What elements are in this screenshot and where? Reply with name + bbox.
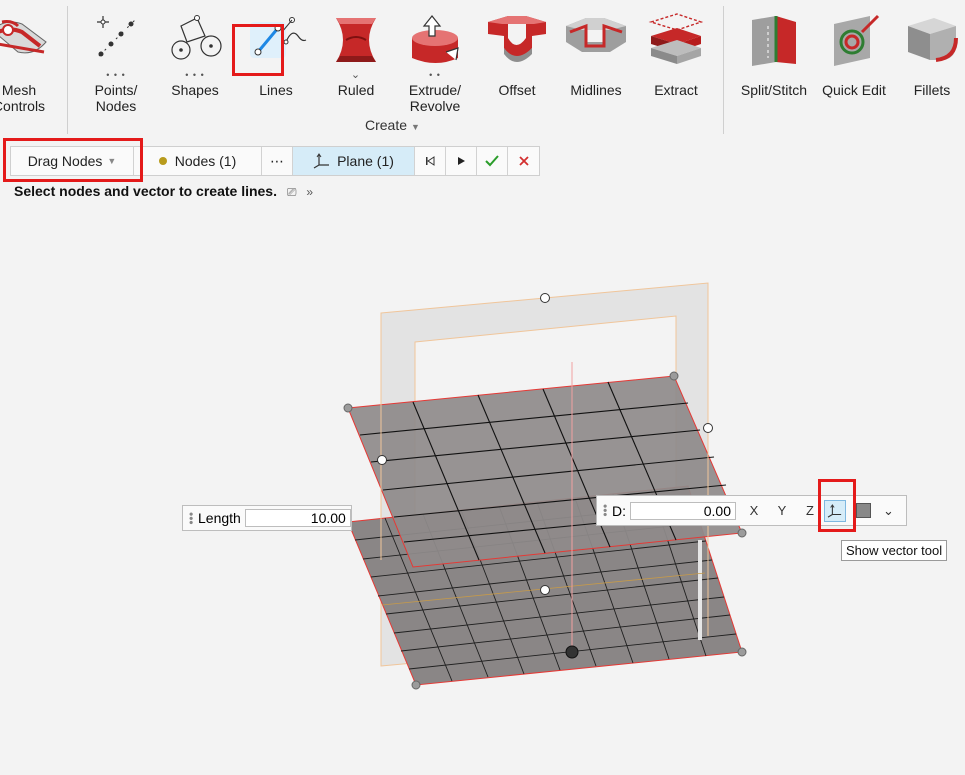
top-mesh-plane	[347, 375, 743, 568]
cancel-button[interactable]	[508, 147, 539, 175]
quick-edit-icon	[834, 14, 880, 66]
create-group-label[interactable]: Create ▼	[365, 117, 420, 133]
node-icon	[158, 157, 167, 165]
d-distance-input[interactable]	[630, 501, 736, 520]
expand-chevron-icon[interactable]: »	[306, 185, 313, 199]
x-axis-button[interactable]: X	[740, 503, 768, 518]
mesh-controls-label: Mesh Controls	[0, 82, 46, 114]
split-stitch-icon	[752, 16, 796, 66]
vector-axis-icon	[313, 153, 330, 169]
play-icon	[458, 157, 465, 165]
camera-icon[interactable]: ⎚	[287, 185, 297, 199]
y-axis-button[interactable]: Y	[768, 503, 796, 518]
vector-axis-icon	[827, 503, 842, 518]
prompt-text: Select nodes and vector to create lines.…	[14, 183, 314, 199]
chevron-down-icon: ▼	[411, 122, 420, 132]
graphics-viewport[interactable]	[0, 200, 965, 775]
offset-icon	[488, 16, 546, 62]
points-nodes-icon	[97, 16, 136, 57]
shapes-label: Shapes	[171, 82, 219, 98]
points-nodes-label: Points/ Nodes	[94, 82, 138, 114]
lines-label: Lines	[259, 82, 293, 98]
fillets-label: Fillets	[913, 82, 951, 98]
ribbon-toolbar: Mesh Controls • • • Points/ Nodes • • • …	[0, 0, 965, 138]
ruled-icon	[336, 18, 376, 62]
check-icon	[485, 155, 499, 167]
length-input[interactable]	[244, 509, 351, 527]
grip-handle-icon[interactable]: •••	[184, 512, 198, 525]
color-swatch-icon[interactable]	[856, 503, 871, 518]
skip-back-icon	[426, 156, 435, 166]
fillets-icon	[908, 18, 958, 62]
split-stitch-label: Split/Stitch	[740, 82, 808, 98]
quick-edit-label: Quick Edit	[822, 82, 886, 98]
mesh-controls-icon	[0, 20, 47, 54]
z-axis-button[interactable]: Z	[796, 503, 824, 518]
next-button[interactable]	[446, 147, 477, 175]
lines-icon	[250, 17, 307, 58]
show-vector-tool-button[interactable]	[824, 499, 846, 522]
ruled-label: Ruled	[337, 82, 375, 98]
midlines-label: Midlines	[570, 82, 622, 98]
separator	[67, 6, 68, 134]
nodes-selector[interactable]: Nodes (1)	[134, 147, 262, 175]
expand-chevron-icon[interactable]: ⌄	[883, 503, 894, 519]
d-label: D:	[612, 502, 626, 519]
separator	[723, 6, 724, 134]
chevron-down-icon: ▼	[107, 156, 117, 166]
length-label: Length	[198, 510, 241, 526]
close-icon	[518, 156, 529, 166]
midlines-icon	[566, 18, 626, 52]
plane-selector[interactable]: Plane (1)	[293, 147, 415, 175]
reset-button[interactable]	[415, 147, 446, 175]
extract-label: Extract	[654, 82, 698, 98]
drag-nodes-dropdown[interactable]: Drag Nodes ▼	[11, 147, 134, 175]
length-microdialog: ••• Length	[182, 505, 352, 531]
extrude-revolve-icon	[412, 15, 459, 63]
plane-microdialog: ••• D: X Y Z ⌄	[596, 495, 907, 526]
shapes-icon	[171, 15, 222, 60]
extrude-revolve-label: Extrude/ Revolve	[408, 82, 462, 114]
more-options-button[interactable]: ⋯	[262, 147, 293, 175]
extract-icon	[648, 13, 704, 64]
tooltip: Show vector tool	[841, 540, 948, 561]
grip-handle-icon[interactable]: •••	[598, 504, 612, 517]
offset-label: Offset	[498, 82, 536, 98]
context-toolbar: Drag Nodes ▼ Nodes (1) ⋯ Plane (1)	[10, 146, 540, 176]
apply-button[interactable]	[477, 147, 508, 175]
